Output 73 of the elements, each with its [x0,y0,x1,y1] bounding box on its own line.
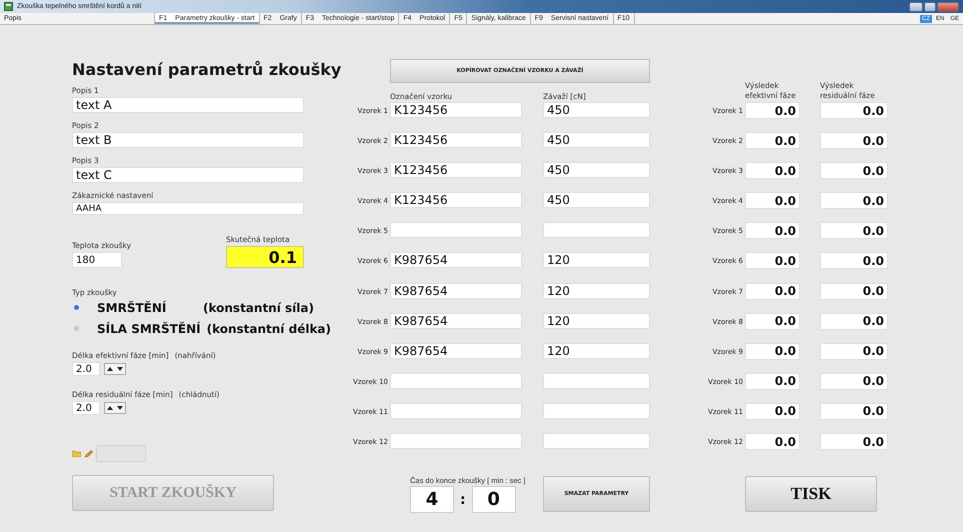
result-field: 0.0 [820,222,888,240]
result-field: 0.0 [820,252,888,270]
print-button[interactable]: TISK [745,476,877,512]
weight-field[interactable] [543,402,650,419]
result-field: 0.0 [820,162,888,180]
option-label: SMRŠTĚNÍ [97,300,168,316]
result-field: 0.0 [820,312,888,330]
sample-id-field[interactable]: K987654 [390,252,522,268]
sample-id-field[interactable] [390,222,522,238]
radio-button[interactable] [74,326,79,331]
pencil-icon[interactable] [84,450,93,458]
weight-field[interactable]: 120 [543,312,650,329]
result-field: 0.0 [820,342,888,360]
result-field: 0.0 [745,192,800,210]
weight-field[interactable] [543,222,650,238]
sample-id-field[interactable]: K987654 [390,282,522,299]
result-field: 0.0 [745,222,800,240]
close-button[interactable] [937,2,959,12]
text-field[interactable]: AAHA [72,202,304,215]
result-field: 0.0 [820,282,888,300]
sample-id-field[interactable]: K123456 [390,132,522,148]
weight-field[interactable]: 450 [543,162,650,178]
result-field: 0.0 [745,372,800,390]
result-field: 0.0 [745,402,800,420]
option-note: (konstantní síla) [203,300,314,316]
text-field[interactable]: text C [72,167,304,183]
sample-id-field[interactable]: K123456 [390,162,522,178]
option-label: SÍLA SMRŠTĚNÍ [97,320,201,336]
app-icon [4,2,13,11]
section-heading: Nastavení parametrů zkoušky [72,59,342,81]
sample-id-field[interactable] [390,372,522,389]
result-field: 0.0 [745,312,800,330]
result-field: 0.0 [820,433,888,450]
time-separator: : [460,492,466,508]
sample-id-field[interactable] [390,433,522,450]
minutes-display: 4 [410,486,454,514]
result-field: 0.0 [820,102,888,119]
weight-field[interactable]: 450 [543,132,650,148]
result-field: 0.0 [745,132,800,150]
result-field: 0.0 [745,162,800,180]
weight-field[interactable] [543,372,650,389]
result-field: 0.0 [745,102,800,119]
option-note: (konstantní délka) [206,320,332,336]
maximize-button[interactable] [924,2,936,12]
result-field: 0.0 [745,252,800,270]
weight-field[interactable]: 450 [543,102,650,118]
result-field: 0.0 [820,132,888,150]
seconds-display: 0 [472,486,516,514]
result-field: 0.0 [745,342,800,360]
weight-field[interactable]: 120 [543,282,650,299]
sample-id-field[interactable]: K987654 [390,312,522,329]
weight-field[interactable]: 120 [543,252,650,268]
result-field: 0.0 [745,433,800,450]
temperature-readout: 0.1 [226,246,304,268]
text-field[interactable]: text B [72,132,304,148]
result-field: 0.0 [820,192,888,210]
duration-field[interactable]: 2.0 [72,362,100,376]
sample-id-field[interactable] [390,402,522,419]
radio-button-selected[interactable] [74,305,79,310]
folder-icon[interactable] [72,450,81,457]
weight-field[interactable]: 120 [543,342,650,359]
minimize-button[interactable] [909,2,923,12]
sample-id-field[interactable]: K123456 [390,192,522,208]
weight-field[interactable]: 450 [543,192,650,208]
sample-id-field[interactable]: K987654 [390,342,522,359]
result-field: 0.0 [820,372,888,390]
weight-field[interactable] [543,433,650,450]
duration-field[interactable]: 2.0 [72,401,100,415]
sample-id-field[interactable]: K123456 [390,102,522,118]
temperature-field[interactable]: 180 [72,252,122,268]
text-field[interactable]: text A [72,97,304,113]
result-field: 0.0 [745,282,800,300]
result-field: 0.0 [820,402,888,420]
